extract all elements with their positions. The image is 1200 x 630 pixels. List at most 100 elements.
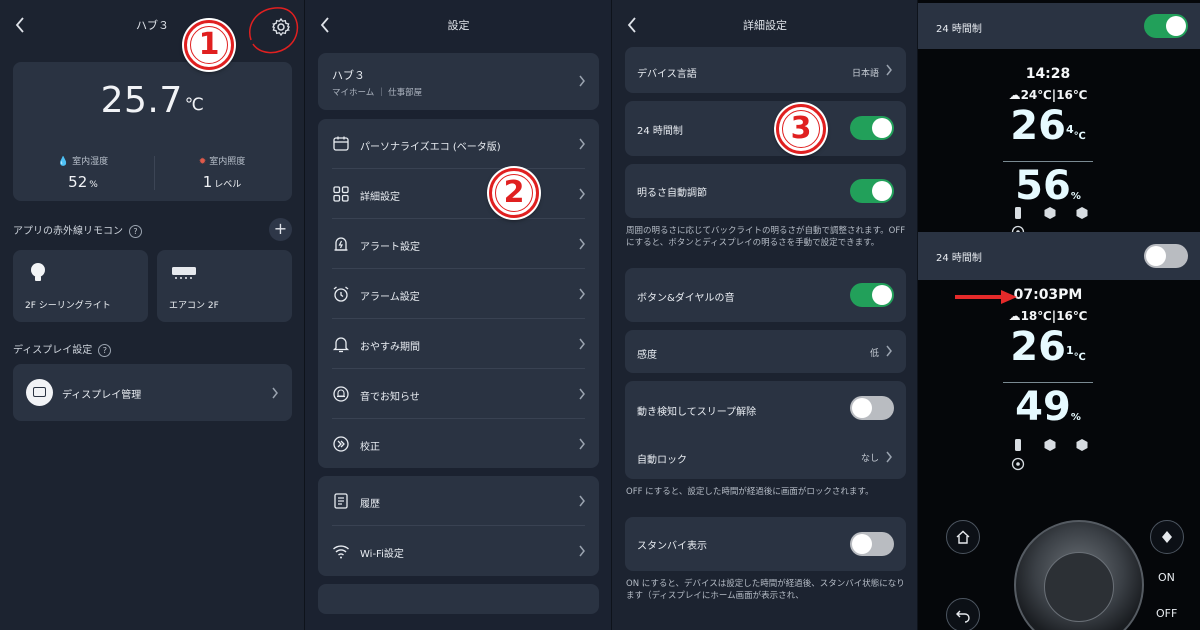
remote-section-label: アプリの赤外線リモコン xyxy=(13,226,123,237)
auto-brightness-description: 周囲の明るさに応じてバックライトの明るさが自動で調整されます。OFF にすると、… xyxy=(626,226,906,248)
alert-icon xyxy=(334,237,348,251)
settings-item-calibration[interactable]: 校正 xyxy=(318,419,599,469)
chevron-right-icon xyxy=(577,336,587,352)
display-manage-row[interactable]: ディスプレイ管理 xyxy=(13,364,292,421)
sensitivity-label: 感度 xyxy=(637,350,657,361)
preview-24h-label-2: 24 時間制 xyxy=(936,253,982,264)
on-label[interactable]: ON xyxy=(1158,571,1175,584)
clock-24h-toggle[interactable] xyxy=(850,116,894,140)
wifi-icon xyxy=(333,545,349,559)
help-icon[interactable]: ? xyxy=(98,344,112,357)
hub-name: ハブ３ xyxy=(332,69,365,82)
display-section-label: ディスプレイ設定 xyxy=(13,345,93,356)
settings-item-eco[interactable]: パーソナライズエコ (ベータ版) xyxy=(318,119,599,169)
chevron-right-icon xyxy=(577,136,587,152)
device-label: エアコン 2F xyxy=(169,301,219,311)
device-temp-decimal: 4 xyxy=(1065,123,1074,136)
sensitivity-row[interactable]: 感度 低 xyxy=(625,330,906,373)
step-badge-2: 2 xyxy=(489,168,539,218)
settings-item-history[interactable]: 履歴 xyxy=(318,476,599,526)
home-icon xyxy=(956,530,970,544)
home-button[interactable] xyxy=(946,520,980,554)
clock-24h-row: 24 時間制 xyxy=(625,101,906,156)
advanced-header: 詳細設定 xyxy=(612,0,918,50)
device-humidity-unit: % xyxy=(1070,412,1081,423)
device-temp-unit: ℃ xyxy=(1073,131,1086,142)
hex-icon xyxy=(1075,205,1089,219)
display-manage-label: ディスプレイ管理 xyxy=(62,390,142,401)
humidity-label: 室内湿度 xyxy=(72,157,109,167)
droplet-icon: 💧 xyxy=(57,157,70,167)
standby-description: ON にすると、デバイスは設定した時間が経過後、スタンバイ状態になります（ディス… xyxy=(626,579,905,601)
device-label: 2F シーリングライト xyxy=(25,301,111,311)
scene-button[interactable] xyxy=(1150,520,1184,554)
settings-item-label: 履歴 xyxy=(360,499,380,510)
device-preview-panel: 24 時間制 14:28 ☁24℃|16℃ 264℃ 56% 24 時間制 07… xyxy=(918,0,1200,630)
settings-group-2: 履歴 Wi-Fi設定 xyxy=(318,476,599,576)
button-sound-toggle[interactable] xyxy=(850,283,894,307)
hex-icon xyxy=(1043,205,1057,219)
hub-location: マイホーム ｜ 仕事部屋 xyxy=(332,88,423,98)
hub-info-row[interactable]: ハブ３ マイホーム ｜ 仕事部屋 xyxy=(318,53,599,110)
chevron-right-icon xyxy=(577,436,587,452)
add-remote-button[interactable]: + xyxy=(269,218,292,241)
cloud-icon: ☁ xyxy=(1008,309,1021,323)
device-card-aircon[interactable]: エアコン 2F xyxy=(157,250,292,322)
standby-toggle[interactable] xyxy=(850,532,894,556)
sensitivity-value: 低 xyxy=(869,349,879,359)
return-icon xyxy=(956,610,970,623)
illuminance-value: 1 xyxy=(202,173,213,191)
device-status-icons xyxy=(1002,205,1122,239)
remote-section-title: アプリの赤外線リモコン? xyxy=(13,222,142,238)
auto-lock-row[interactable]: 自動ロック なし xyxy=(625,437,906,477)
settings-item-label: パーソナライズエコ (ベータ版) xyxy=(360,142,501,153)
preview-24h-on-bar: 24 時間制 xyxy=(918,3,1200,49)
diamond-icon xyxy=(1162,531,1172,543)
illuminance-label: 室内照度 xyxy=(209,157,246,167)
settings-item-alarm[interactable]: アラーム設定 xyxy=(318,269,599,319)
preview-24h-toggle-on[interactable] xyxy=(1144,14,1188,38)
device-temp-unit: ℃ xyxy=(1073,352,1086,363)
device-weather: 18℃|16℃ xyxy=(1020,309,1088,323)
settings-item-label: 校正 xyxy=(360,442,380,453)
illuminance-unit: レベル xyxy=(214,180,242,190)
dial-center xyxy=(1044,552,1114,622)
device-clock: 14:28 xyxy=(1025,66,1071,82)
device-screen-12h: 07:03PM ☁18℃|16℃ 261℃ 49% xyxy=(938,287,1158,438)
lightbulb-icon xyxy=(31,263,45,281)
device-status-icons xyxy=(1002,437,1122,471)
help-icon[interactable]: ? xyxy=(129,225,142,238)
settings-item-label: アラーム設定 xyxy=(360,292,420,303)
return-button[interactable] xyxy=(946,598,980,630)
settings-header: 設定 xyxy=(305,0,612,50)
auto-lock-description: OFF にすると、設定した時間が経過後に画面がロックされます。 xyxy=(626,487,874,497)
air-conditioner-icon xyxy=(172,267,196,279)
hex-icon xyxy=(1043,437,1057,451)
display-icon xyxy=(26,379,53,406)
settings-group-3 xyxy=(318,584,599,614)
preview-24h-label: 24 時間制 xyxy=(936,24,982,35)
device-card-ceiling-light[interactable]: 2F シーリングライト xyxy=(13,250,148,322)
settings-item-sleep[interactable]: おやすみ期間 xyxy=(318,319,599,369)
settings-item-wifi[interactable]: Wi-Fi設定 xyxy=(318,526,599,576)
settings-item-advanced[interactable]: 詳細設定 xyxy=(318,169,599,219)
settings-item-label: Wi-Fi設定 xyxy=(360,549,404,560)
history-icon xyxy=(334,493,348,509)
chevron-right-icon xyxy=(884,62,894,78)
auto-brightness-toggle[interactable] xyxy=(850,179,894,203)
settings-item-sound-notify[interactable]: 音でお知らせ xyxy=(318,369,599,419)
battery-icon xyxy=(1011,437,1025,451)
chevron-right-icon xyxy=(577,73,587,89)
humidity-value: 52 xyxy=(68,173,88,191)
stat-divider xyxy=(154,156,155,190)
preview-24h-toggle-off[interactable] xyxy=(1144,244,1188,268)
settings-item-alert[interactable]: アラート設定 xyxy=(318,219,599,269)
motion-wake-toggle[interactable] xyxy=(850,396,894,420)
chevron-right-icon xyxy=(884,343,894,359)
device-language-row[interactable]: デバイス言語 日本語 xyxy=(625,47,906,93)
chevron-right-icon xyxy=(577,186,587,202)
device-temp: 26 xyxy=(1010,324,1066,370)
alarm-clock-icon xyxy=(333,286,349,302)
chevron-right-icon xyxy=(577,493,587,509)
off-label[interactable]: OFF xyxy=(1156,607,1177,620)
